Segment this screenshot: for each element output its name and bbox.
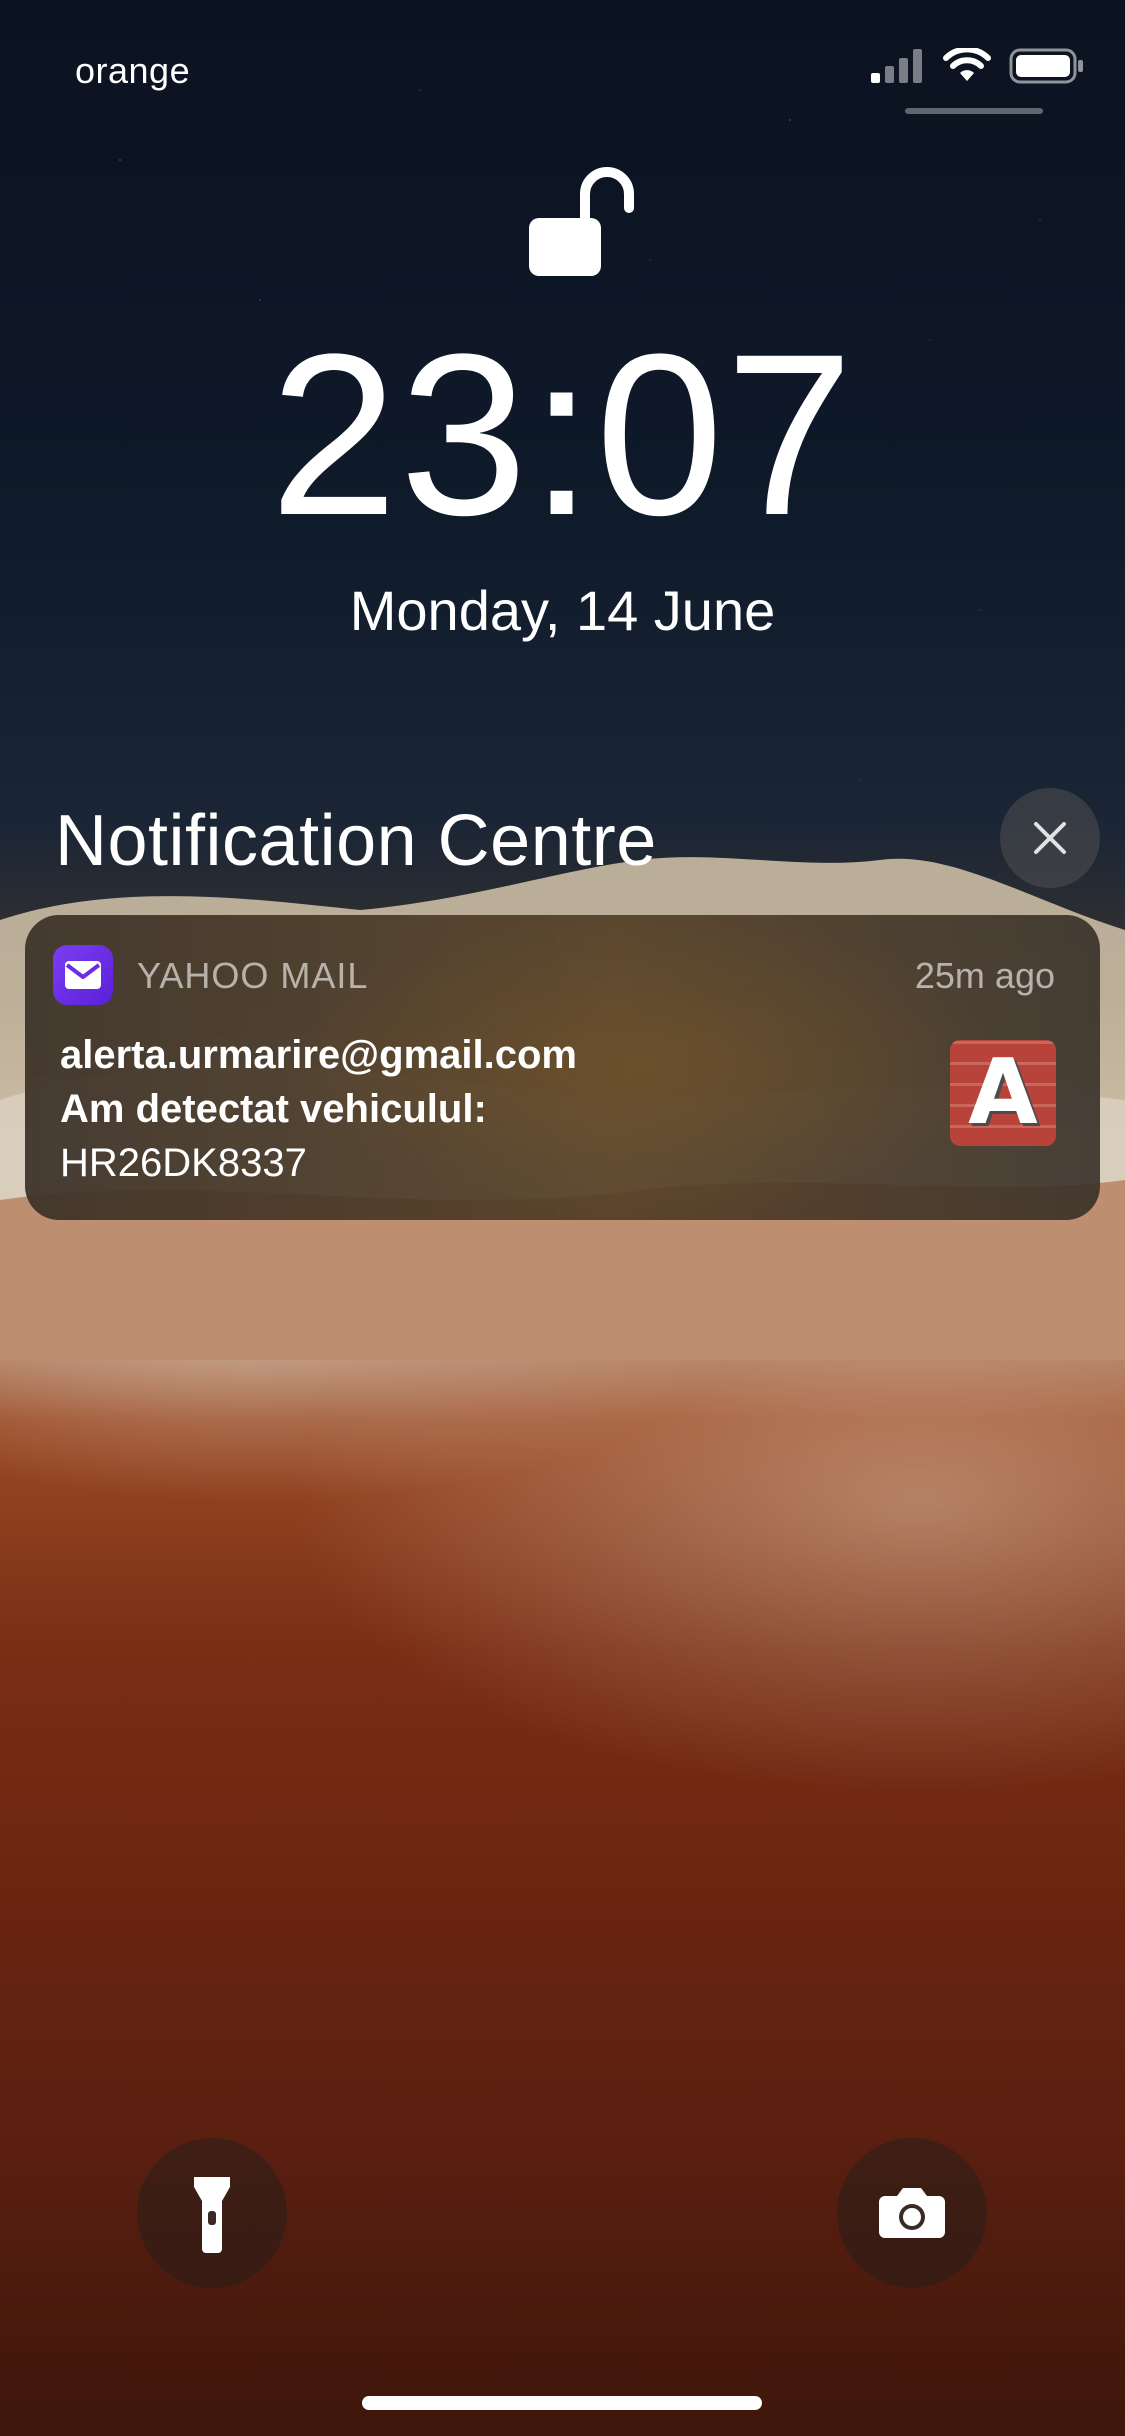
lock-screen-date: Monday, 14 June — [349, 579, 776, 642]
control-centre-grabber[interactable] — [905, 108, 1043, 114]
wifi-icon — [943, 48, 991, 81]
home-indicator[interactable] — [362, 2396, 762, 2410]
notification-time: 25m ago — [914, 955, 1055, 996]
status-bar: orange — [0, 0, 1125, 140]
unlocked-padlock-icon — [529, 167, 634, 276]
envelope-icon — [65, 961, 101, 989]
cellular-signal-icon — [871, 49, 922, 83]
clear-notifications-button[interactable] — [1000, 788, 1100, 888]
notification-sender: alerta.urmarire@gmail.com — [60, 1033, 577, 1077]
notification-thumbnail: A — [950, 1040, 1056, 1146]
close-icon — [1034, 822, 1066, 854]
lock-screen-time: 23:07 — [269, 306, 856, 563]
notification-centre-title: Notification Centre — [55, 801, 657, 881]
yahoo-mail-app-icon — [53, 945, 113, 1005]
status-icons — [871, 48, 1085, 84]
notification-card[interactable]: YAHOO MAIL 25m ago alerta.urmarire@gmail… — [25, 915, 1100, 1220]
notification-body: HR26DK8337 — [60, 1141, 307, 1185]
lock-screen: orange 23:07 Monday, 14 June Notificatio… — [0, 0, 1125, 2436]
camera-icon — [879, 2188, 945, 2238]
battery-icon — [1009, 48, 1083, 84]
camera-button[interactable] — [837, 2138, 987, 2288]
flashlight-button[interactable] — [137, 2138, 287, 2288]
notification-app-name: YAHOO MAIL — [137, 955, 369, 996]
carrier-name: orange — [75, 50, 191, 91]
flashlight-icon — [194, 2177, 230, 2253]
notification-subject: Am detectat vehiculul: — [60, 1087, 487, 1131]
thumbnail-letter: A — [968, 1040, 1038, 1145]
